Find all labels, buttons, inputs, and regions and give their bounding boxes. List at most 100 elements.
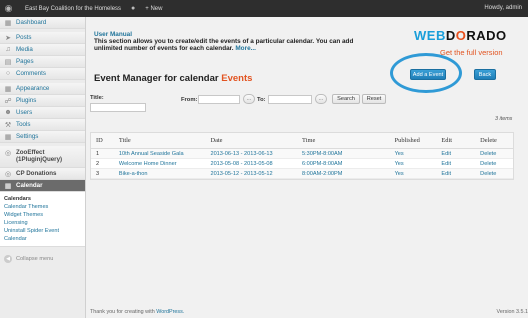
menu-zooeffect[interactable]: ◎ ZooEffect (1PluginjQuery) [0,146,85,168]
edit-link[interactable]: Edit [441,171,480,177]
comments-icon[interactable]: ● [131,5,135,12]
column-header-edit: Edit [441,137,453,144]
column-header-delete: Delete [480,137,497,144]
admin-bar: ◉ East Bay Coalition for the Homeless ● … [0,0,528,17]
menu-label: Dashboard [16,19,47,26]
event-time: 5:30PM-8:00AM [302,150,343,157]
event-date: 2013-06-13 - 2013-06-13 [210,150,273,157]
submenu-calendars[interactable]: Calendars [4,195,85,203]
delete-link[interactable]: Delete [480,171,513,177]
users-icon: ☻ [4,109,12,116]
from-date-input[interactable] [198,95,240,104]
menu-label: Plugins [16,97,37,104]
plugin-icon: ☍ [4,97,12,105]
page-icon: ▤ [4,58,12,66]
event-title-link[interactable]: 10th Annual Seaside Gala [119,151,211,157]
reset-button[interactable]: Reset [362,94,386,104]
event-date: 2013-05-12 - 2013-05-12 [210,170,273,177]
published-toggle[interactable]: Yes [395,151,442,157]
table-header-row: ID Title Date Time Published Edit Delete [91,133,513,149]
column-header-date[interactable]: Date [210,137,302,144]
published-toggle[interactable]: Yes [395,171,442,177]
menu-label: CP Donations [16,170,57,177]
menu-label: Calendar [16,182,43,189]
menu-settings[interactable]: ▦ Settings [0,131,85,143]
donations-icon: ◎ [4,170,12,178]
table-row: 2 Welcome Home Dinner 2013-05-08 - 2013-… [91,159,513,169]
menu-cp-donations[interactable]: ◎ CP Donations [0,168,85,180]
menu-calendar[interactable]: ▦ Calendar [0,180,85,192]
to-date-picker-button[interactable]: ... [315,94,327,104]
menu-label: Media [16,46,33,53]
event-id: 1 [96,150,100,157]
to-date-input[interactable] [268,95,312,104]
submenu-uninstall[interactable]: Uninstall Spider Event Calendar [4,227,80,243]
pin-icon: ➤ [5,34,11,42]
add-event-button[interactable]: Add a Event [410,69,446,80]
menu-label: Users [16,109,33,116]
table-row: 3 Bike-a-thon 2013-05-12 - 2013-05-12 8:… [91,169,513,179]
more-link[interactable]: More... [235,45,256,52]
menu-comments[interactable]: ○ Comments [0,68,85,80]
menu-label: Pages [16,58,34,65]
event-title-link[interactable]: Bike-a-thon [119,171,211,177]
published-toggle[interactable]: Yes [395,161,442,167]
delete-link[interactable]: Delete [480,151,513,157]
event-time: 8:00AM-2:00PM [302,170,343,177]
events-table: ID Title Date Time Published Edit Delete… [90,132,514,180]
event-time: 6:00PM-8:00AM [302,160,343,167]
calendar-name: Events [221,73,253,84]
menu-users[interactable]: ☻ Users [0,107,85,119]
delete-link[interactable]: Delete [480,161,513,167]
submenu-widget-themes[interactable]: Widget Themes [4,211,85,219]
user-manual-title[interactable]: User Manual [94,31,132,38]
footer-credit: Thank you for creating with WordPress. [90,309,185,315]
menu-posts[interactable]: ➤ Posts [0,32,85,44]
column-header-published[interactable]: Published [395,137,442,144]
wordpress-link[interactable]: WordPress. [156,309,184,315]
event-title-link[interactable]: Welcome Home Dinner [119,161,211,167]
menu-label: Posts [16,34,32,41]
back-button[interactable]: Back [474,69,496,80]
menu-pages[interactable]: ▤ Pages [0,56,85,68]
howdy-user-link[interactable]: Howdy, admin [484,5,522,11]
comment-icon: ○ [5,70,11,77]
menu-plugins[interactable]: ☍ Plugins [0,95,85,107]
settings-icon: ▦ [4,133,12,141]
title-filter-input[interactable] [90,103,146,112]
menu-appearance[interactable]: ▦ Appearance [0,83,85,95]
column-header-id[interactable]: ID [91,137,119,144]
items-count: 3 items [495,116,513,122]
column-header-time[interactable]: Time [302,137,395,144]
collapse-arrow-icon: ◀ [4,255,12,263]
get-full-version-link[interactable]: Get the full version [440,48,503,57]
dashboard-icon: ▦ [4,19,12,27]
user-manual-description: This section allows you to create/edit t… [94,38,354,52]
collapse-menu-button[interactable]: ◀ Collapse menu [0,255,85,263]
menu-media[interactable]: ♫ Media [0,44,85,56]
event-id: 3 [96,170,100,177]
submenu-licensing[interactable]: Licensing [4,219,85,227]
table-row: 1 10th Annual Seaside Gala 2013-06-13 - … [91,149,513,159]
page-title: Event Manager for calendar Events [94,73,253,84]
site-name-link[interactable]: East Bay Coalition for the Homeless [25,6,121,12]
main-content: User Manual This section allows you to c… [90,17,528,318]
event-id: 2 [96,160,100,167]
column-header-title[interactable]: Title [119,137,211,144]
search-button[interactable]: Search [332,94,360,104]
menu-label: ZooEffect (1PluginjQuery) [16,149,63,163]
menu-dashboard[interactable]: ▦ Dashboard [0,17,85,29]
menu-label: Tools [16,121,31,128]
to-date-label: To: [257,97,266,103]
edit-link[interactable]: Edit [441,161,480,167]
new-content-link[interactable]: + New [145,6,162,12]
appearance-icon: ▦ [4,85,12,93]
webdorado-logo[interactable]: WEBDORADO [414,28,507,43]
wordpress-logo-icon[interactable]: ◉ [0,0,17,17]
menu-tools[interactable]: ⚒ Tools [0,119,85,131]
user-manual-text: This section allows you to create/edit t… [94,38,354,52]
edit-link[interactable]: Edit [441,151,480,157]
from-date-picker-button[interactable]: ... [243,94,255,104]
submenu-calendar-themes[interactable]: Calendar Themes [4,203,85,211]
calendar-icon: ▦ [4,182,12,190]
